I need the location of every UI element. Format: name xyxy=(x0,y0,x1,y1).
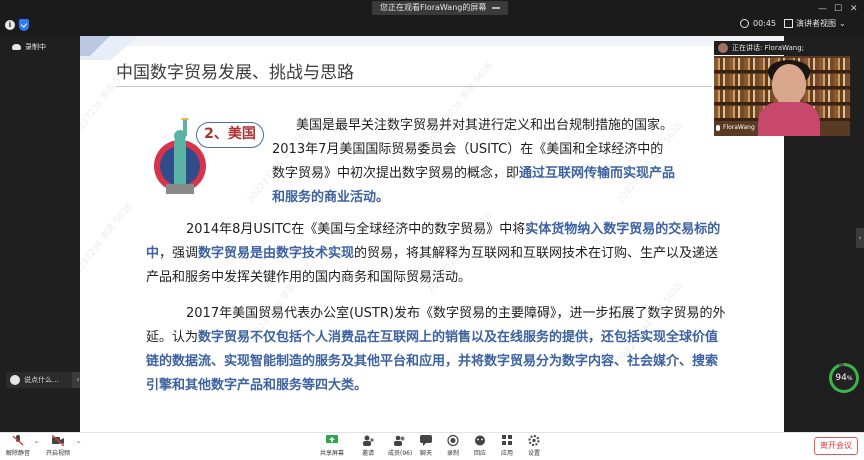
meeting-window: 您正在观看FloraWang的屏幕 i 00:45 演讲者视图 ⌄ — ☐ ✕ … xyxy=(0,0,864,460)
corner-decoration xyxy=(80,36,140,60)
view-mode-button[interactable]: 演讲者视图 ⌄ xyxy=(784,18,846,29)
start-video-button[interactable]: 开启视频 xyxy=(46,435,70,457)
apps-label: 应用 xyxy=(501,450,514,457)
unmute-label: 解除静音 xyxy=(6,450,31,457)
leave-meeting-button[interactable]: 离开会议 xyxy=(814,437,858,455)
speaker-face xyxy=(772,64,806,104)
p1-text: 数字贸易》中初次提出数字贸易的概念，即 xyxy=(272,166,520,181)
info-icon[interactable]: i xyxy=(5,20,15,30)
share-screen-button[interactable]: 共享屏幕 xyxy=(320,435,344,457)
layout-grid-icon xyxy=(784,19,793,28)
chevron-down-icon: ⌄ xyxy=(839,19,846,28)
expand-right-icon[interactable]: ‹ xyxy=(856,228,864,248)
paragraph-1-line-1: 美国是最早关注数字贸易并对其进行定义和出台规制措施的国家。 xyxy=(296,118,674,133)
bottom-toolbar: 解除静音 ^ 开启视频 ^ 共享屏幕 邀请 成员(96) 聊天 录制 回应 应用… xyxy=(0,432,864,460)
chat-input-bar[interactable]: 说点什么... ‹ xyxy=(6,372,84,388)
invite-icon xyxy=(363,435,374,446)
cloud-icon xyxy=(12,44,21,50)
settings-button[interactable]: 设置 xyxy=(528,435,540,457)
chat-button[interactable]: 聊天 xyxy=(420,435,432,457)
record-icon xyxy=(447,435,459,446)
chat-icon xyxy=(420,435,432,446)
slide-title: 中国数字贸易发展、挑战与思路 xyxy=(116,63,354,83)
title-divider xyxy=(116,86,712,87)
section-badge: 2、美国 xyxy=(196,122,264,148)
network-quality-value: 94% xyxy=(832,366,856,390)
meeting-timer: 00:45 xyxy=(740,19,776,28)
shared-slide: 中国数字贸易发展、挑战与思路 2、美国 美国是最早关注数字贸易并对其进行定义和出… xyxy=(80,36,784,432)
p3-highlight-b: 数字贸易不仅包括个人消费品在互联网上的销售以及在线服务的提供，还包括实现全球价值… xyxy=(146,330,719,393)
paragraph-1-line-2: 2013年7月美国国际贸易委员会（USITC）在《美国和全球经济中的 xyxy=(272,142,664,157)
slide-header-band xyxy=(80,36,784,46)
settings-label: 设置 xyxy=(528,450,541,457)
share-screen-icon xyxy=(326,435,338,443)
video-name: FloraWang xyxy=(723,124,755,131)
network-value: 94 xyxy=(835,373,847,383)
record-button[interactable]: 录制 xyxy=(447,435,459,457)
mic-muted-icon xyxy=(12,435,24,446)
watermark: 202237236 李笑 5638 xyxy=(80,201,135,286)
recording-label: 录制中 xyxy=(25,43,46,51)
gear-icon xyxy=(528,435,540,446)
paragraph-3: 2017年美国贸易代表办公室(USTR)发布《数字贸易的主要障碍》，进一步拓展了… xyxy=(146,302,726,398)
p1-highlight: 通过互联网传输而实现产品 xyxy=(519,166,676,181)
members-label: 成员(96) xyxy=(388,450,413,457)
active-speaker-label: 正在讲话: FloraWang; xyxy=(732,44,805,52)
view-mode-label: 演讲者视图 xyxy=(796,19,836,28)
network-quality-gauge[interactable]: 94% xyxy=(829,363,859,393)
paragraph-2: 2014年8月USITC在《美国与全球经济中的数字贸易》中将实体货物纳入数字贸易… xyxy=(146,218,726,290)
close-window-icon[interactable]: ✕ xyxy=(850,4,858,14)
screen-share-notice[interactable]: 您正在观看FloraWang的屏幕 xyxy=(372,1,509,15)
top-bar: 您正在观看FloraWang的屏幕 i 00:45 演讲者视图 ⌄ — ☐ ✕ xyxy=(0,0,864,36)
share-notice-text: 您正在观看FloraWang的屏幕 xyxy=(380,3,487,12)
minimize-window-icon[interactable]: — xyxy=(818,4,827,14)
start-video-label: 开启视频 xyxy=(46,450,71,457)
members-button[interactable]: 成员(96) xyxy=(388,435,412,457)
speaker-shirt xyxy=(758,102,820,136)
share-screen-label: 共享屏幕 xyxy=(320,450,345,457)
reaction-icon xyxy=(475,435,485,446)
recording-indicator[interactable]: 录制中 xyxy=(12,42,46,52)
invite-button[interactable]: 邀请 xyxy=(362,435,374,457)
apps-button[interactable]: 应用 xyxy=(501,435,513,457)
speaker-avatar xyxy=(718,43,728,53)
chat-label: 聊天 xyxy=(420,450,433,457)
network-unit: % xyxy=(846,375,853,382)
record-label: 录制 xyxy=(447,450,460,457)
maximize-window-icon[interactable]: ☐ xyxy=(834,4,842,14)
emoji-icon[interactable] xyxy=(10,375,20,385)
p2-text-c: ，强调 xyxy=(159,246,199,261)
p2-highlight-d: 数字贸易是由数字技术实现 xyxy=(198,246,355,261)
chevron-up-icon[interactable]: ^ xyxy=(76,441,81,448)
minimize-icon[interactable] xyxy=(492,7,501,9)
camera-off-icon xyxy=(52,435,64,446)
security-shield-icon[interactable] xyxy=(19,19,29,31)
clock-icon xyxy=(740,19,749,28)
paragraph-1-line-4: 和服务的商业活动。 xyxy=(272,190,390,205)
paragraph-1-line-3: 数字贸易》中初次提出数字贸易的概念，即通过互联网传输而实现产品 xyxy=(272,162,675,186)
apps-grid-icon xyxy=(502,435,512,445)
reactions-button[interactable]: 回应 xyxy=(474,435,486,457)
video-name-tag: FloraWang xyxy=(716,124,755,131)
elapsed-time: 00:45 xyxy=(753,19,777,28)
p2-text-a: 2014年8月USITC在《美国与全球经济中的数字贸易》中将 xyxy=(186,222,526,237)
reactions-label: 回应 xyxy=(474,450,487,457)
members-icon xyxy=(394,435,405,446)
unmute-button[interactable]: 解除静音 xyxy=(6,435,30,457)
mic-icon xyxy=(716,124,720,131)
chat-placeholder: 说点什么... xyxy=(24,376,59,384)
invite-label: 邀请 xyxy=(362,450,375,457)
chevron-up-icon[interactable]: ^ xyxy=(34,441,39,448)
active-speaker-indicator: 正在讲话: FloraWang; xyxy=(714,41,809,55)
